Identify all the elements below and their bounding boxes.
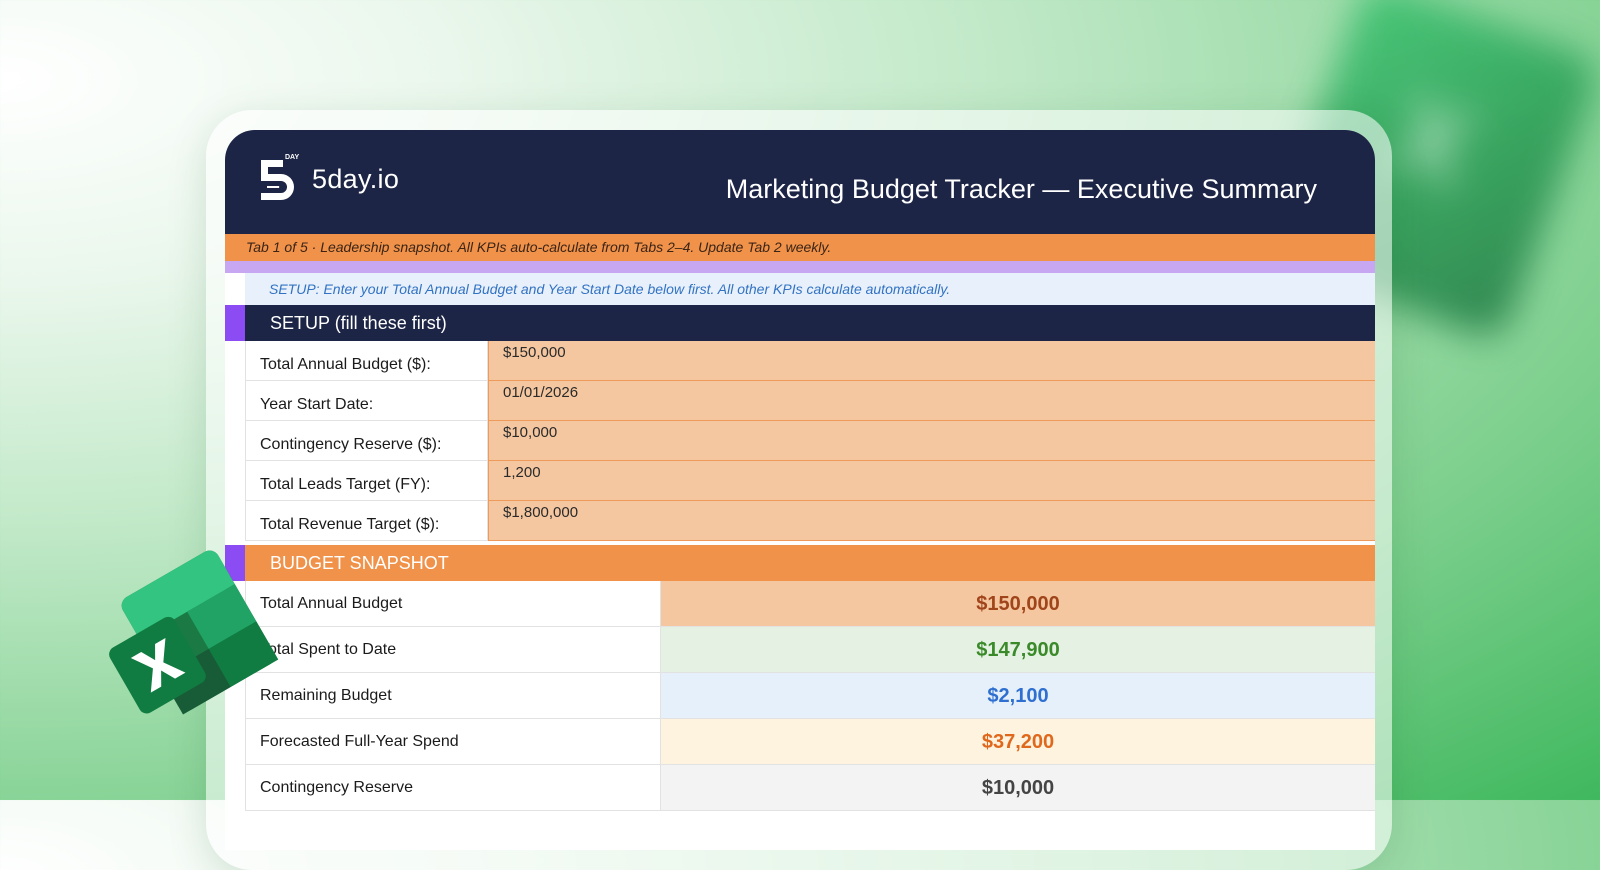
setup-row-input[interactable]: $150,000 (488, 341, 1375, 381)
tab-info-text: Tab 1 of 5 · Leadership snapshot. All KP… (246, 239, 832, 255)
snapshot-row-label: Remaining Budget (245, 673, 661, 719)
setup-row-input[interactable]: $10,000 (488, 421, 1375, 461)
setup-instructions-text: SETUP: Enter your Total Annual Budget an… (269, 281, 951, 297)
snapshot-row-label: Total Annual Budget (245, 581, 661, 627)
setup-row: Total Leads Target (FY): 1,200 (245, 461, 1375, 501)
logo-day-label: DAY (285, 154, 300, 161)
snapshot-row: Remaining Budget $2,100 (245, 673, 1375, 719)
snapshot-row: Total Annual Budget $150,000 (245, 581, 1375, 627)
setup-instructions: SETUP: Enter your Total Annual Budget an… (245, 273, 1375, 305)
snapshot-row-label: Contingency Reserve (245, 765, 661, 811)
setup-row: Total Annual Budget ($): $150,000 (245, 341, 1375, 381)
setup-row-input[interactable]: 1,200 (488, 461, 1375, 501)
snapshot-row: Contingency Reserve $10,000 (245, 765, 1375, 811)
setup-row-label: Contingency Reserve ($): (245, 421, 488, 461)
setup-row-label: Total Annual Budget ($): (245, 341, 488, 381)
setup-row: Year Start Date: 01/01/2026 (245, 381, 1375, 421)
brand-name: 5day.io (312, 164, 400, 194)
setup-row-label: Total Revenue Target ($): (245, 501, 488, 541)
snapshot-row-value[interactable]: $150,000 (661, 581, 1375, 627)
setup-row: Contingency Reserve ($): $10,000 (245, 421, 1375, 461)
setup-row-label: Total Leads Target (FY): (245, 461, 488, 501)
setup-heading: SETUP (fill these first) (270, 313, 447, 333)
snapshot-row-value[interactable]: $2,100 (661, 673, 1375, 719)
setup-row: Total Revenue Target ($): $1,800,000 (245, 501, 1375, 541)
snapshot-row-value[interactable]: $147,900 (661, 627, 1375, 673)
snapshot-row: Total Spent to Date $147,900 (245, 627, 1375, 673)
5day-logo-icon: DAY (257, 154, 303, 201)
setup-row-input[interactable]: $1,800,000 (488, 501, 1375, 541)
section-accent (225, 305, 245, 341)
snapshot-row-value[interactable]: $37,200 (661, 719, 1375, 765)
snapshot-section-header: BUDGET SNAPSHOT (225, 545, 1375, 581)
excel-icon (92, 545, 292, 735)
setup-row-label: Year Start Date: (245, 381, 488, 421)
setup-section-header: SETUP (fill these first) (225, 305, 1375, 341)
snapshot-row: Forecasted Full-Year Spend $37,200 (245, 719, 1375, 765)
snapshot-row-value[interactable]: $10,000 (661, 765, 1375, 811)
snapshot-row-label: Forecasted Full-Year Spend (245, 719, 661, 765)
spreadsheet-card: DAY 5day.io Marketing Budget Tracker — E… (225, 130, 1375, 850)
header-bar: DAY 5day.io Marketing Budget Tracker — E… (225, 130, 1375, 234)
setup-row-input[interactable]: 01/01/2026 (488, 381, 1375, 421)
tab-info-bar: Tab 1 of 5 · Leadership snapshot. All KP… (225, 234, 1375, 261)
snapshot-row-label: Total Spent to Date (245, 627, 661, 673)
snapshot-heading: BUDGET SNAPSHOT (270, 553, 449, 573)
purple-divider (225, 261, 1375, 273)
page-title: Marketing Budget Tracker — Executive Sum… (725, 174, 1317, 204)
